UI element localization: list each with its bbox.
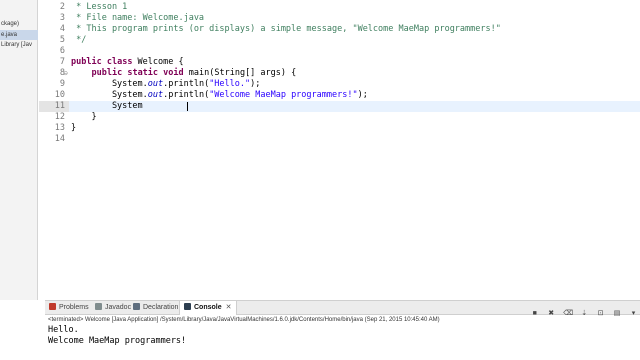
code-line[interactable]: */ — [71, 35, 86, 46]
line-number: 4 — [59, 24, 65, 34]
views-tab-bar: Problems Javadoc Declaration Console ✕ ■ … — [45, 301, 640, 317]
console-toolbar: ■ ✖ ⌫ ⇣ ⊡ ▤ ▾ — [527, 302, 638, 317]
line-number: 10 — [54, 90, 65, 100]
console-output-line: Welcome MaeMap programmers! — [48, 336, 187, 346]
remove-launch-icon[interactable]: ✖ — [547, 309, 556, 318]
line-number: 8 — [59, 68, 65, 78]
tab-console[interactable]: Console ✕ — [179, 301, 237, 315]
clear-console-icon[interactable]: ⌫ — [563, 309, 573, 318]
javadoc-icon — [95, 303, 102, 310]
current-line-highlight — [69, 101, 640, 112]
code-editor[interactable]: 2 3 4 5 6 7 8 9 10 11 12 13 14 ⊖ * Lesso… — [39, 0, 640, 294]
line-number: 2 — [59, 2, 65, 12]
code-line[interactable]: public class Welcome { — [71, 57, 184, 68]
bottom-views-panel: Problems Javadoc Declaration Console ✕ ■ … — [45, 300, 640, 360]
tab-label: Javadoc — [105, 304, 132, 311]
console-status: <terminated> Welcome [Java Application] … — [48, 317, 440, 323]
scroll-lock-icon[interactable]: ⇣ — [580, 309, 589, 318]
code-line[interactable]: System.out.println("Hello."); — [71, 79, 260, 90]
declaration-icon — [133, 303, 140, 310]
console-output-line: Hello. — [48, 325, 79, 335]
package-explorer-item[interactable]: Library [Jav — [0, 40, 38, 50]
line-number: 14 — [54, 134, 65, 144]
tab-problems[interactable]: Problems — [49, 301, 89, 315]
code-line[interactable]: public static void main(String[] args) { — [71, 68, 296, 79]
code-line[interactable]: } — [71, 112, 96, 123]
tab-label: Declaration — [143, 304, 179, 311]
display-console-icon[interactable]: ▤ — [613, 309, 622, 318]
console-icon — [184, 303, 191, 310]
line-number: 11 — [54, 101, 65, 111]
tab-declaration[interactable]: Declaration — [133, 301, 178, 315]
text-caret — [187, 102, 188, 111]
close-icon[interactable]: ✕ — [226, 304, 232, 311]
code-line[interactable]: System.out.println("Welcome MaeMap progr… — [71, 90, 368, 101]
code-line[interactable]: * Lesson 1 — [71, 2, 127, 13]
package-explorer-item-selected[interactable]: e.java — [0, 30, 38, 40]
code-line[interactable]: * File name: Welcome.java — [71, 13, 204, 24]
code-line[interactable]: } — [71, 123, 76, 134]
terminate-icon[interactable]: ■ — [530, 309, 539, 318]
tab-label: Console — [194, 304, 222, 311]
code-line[interactable]: * This program prints (or displays) a si… — [71, 24, 501, 35]
line-number: 3 — [59, 13, 65, 23]
package-explorer: ckage) e.java Library [Jav — [0, 0, 38, 300]
line-number: 13 — [54, 123, 65, 133]
package-explorer-item[interactable]: ckage) — [0, 19, 38, 29]
line-number: 12 — [54, 112, 65, 122]
pin-console-icon[interactable]: ⊡ — [596, 309, 605, 318]
line-number: 5 — [59, 35, 65, 45]
fold-collapse-icon[interactable]: ⊖ — [63, 70, 68, 77]
problems-icon — [49, 303, 56, 310]
line-number: 6 — [59, 46, 65, 56]
tab-javadoc[interactable]: Javadoc — [95, 301, 131, 315]
line-number: 9 — [59, 79, 65, 89]
code-line-current[interactable]: System — [71, 101, 143, 112]
line-number: 7 — [59, 57, 65, 67]
open-console-icon[interactable]: ▾ — [629, 309, 638, 318]
tab-label: Problems — [59, 304, 89, 311]
